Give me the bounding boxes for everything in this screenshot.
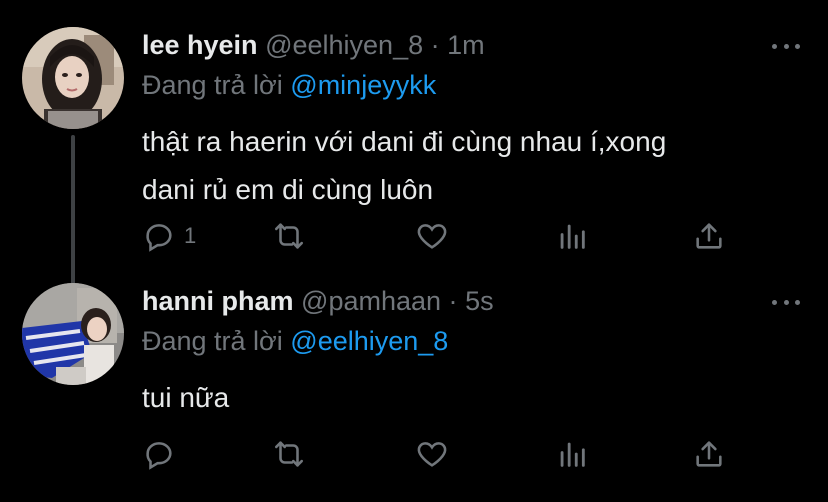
retweet-button[interactable] (272, 436, 306, 472)
retweet-icon (274, 441, 304, 467)
more-icon-dot (795, 43, 800, 49)
more-icon-dot (772, 43, 777, 49)
more-icon-dot (795, 299, 800, 305)
tweet-header: hanni pham @pamhaan · 5s (142, 286, 494, 317)
more-button[interactable] (772, 292, 800, 312)
replying-to-label: Đang trả lời (142, 70, 283, 100)
tweet-1[interactable]: lee hyein @eelhiyen_8 · 1m Đang trả lời … (0, 0, 828, 287)
replying-to-mention[interactable]: @eelhiyen_8 (290, 326, 448, 356)
stats-button[interactable] (555, 436, 589, 472)
like-button[interactable] (415, 218, 449, 254)
reply-button[interactable]: 1 (142, 218, 196, 254)
retweet-button[interactable] (272, 218, 306, 254)
tweet-text: thật ra haerin với dani đi cùng nhau í,x… (142, 118, 802, 214)
more-icon-dot (772, 299, 777, 305)
thread-line (71, 135, 75, 287)
separator-dot: · (448, 286, 458, 316)
reply-button[interactable] (142, 436, 184, 472)
tweet-text-line: thật ra haerin với dani đi cùng nhau í,x… (142, 126, 667, 157)
replying-to-mention[interactable]: @minjeyykk (290, 70, 436, 100)
like-button[interactable] (415, 436, 449, 472)
share-button[interactable] (692, 436, 726, 472)
tweet-time[interactable]: 5s (465, 286, 494, 316)
heart-icon (417, 224, 447, 249)
stats-button[interactable] (555, 218, 589, 254)
user-name[interactable]: lee hyein (142, 30, 258, 60)
more-icon-dot (783, 43, 789, 49)
heart-icon (417, 442, 447, 467)
share-icon (696, 223, 722, 249)
user-name[interactable]: hanni pham (142, 286, 294, 316)
more-icon-dot (783, 299, 789, 305)
tweet-actions (142, 436, 742, 472)
more-button[interactable] (772, 36, 800, 56)
replying-to: Đang trả lời @minjeyykk (142, 70, 436, 101)
tweet-time[interactable]: 1m (447, 30, 485, 60)
user-handle[interactable]: @eelhiyen_8 (265, 30, 423, 60)
user-handle[interactable]: @pamhaan (301, 286, 441, 316)
replying-to-label: Đang trả lời (142, 326, 283, 356)
avatar[interactable] (22, 27, 124, 129)
retweet-icon (274, 223, 304, 249)
reply-count: 1 (184, 223, 197, 248)
stats-icon (560, 442, 585, 467)
reply-icon (146, 442, 172, 470)
tweet-header: lee hyein @eelhiyen_8 · 1m (142, 30, 485, 61)
share-icon (696, 441, 722, 467)
avatar[interactable] (22, 283, 124, 385)
tweet-text: tui nữa (142, 374, 802, 422)
replying-to: Đang trả lời @eelhiyen_8 (142, 326, 448, 357)
reply-icon (146, 224, 172, 252)
stats-icon (560, 224, 585, 249)
tweet-actions: 1 (142, 218, 742, 254)
tweet-text-line: tui nữa (142, 382, 230, 413)
tweet-text-line: dani rủ em di cùng luôn (142, 174, 434, 205)
tweet-2[interactable]: hanni pham @pamhaan · 5s Đang trả lời @e… (0, 270, 828, 502)
separator-dot: · (430, 30, 440, 60)
share-button[interactable] (692, 218, 726, 254)
